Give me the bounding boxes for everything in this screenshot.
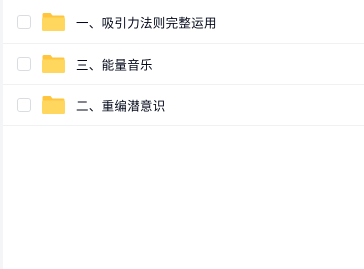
file-row[interactable]: 一、吸引力法则完整运用: [3, 0, 364, 44]
row-checkbox[interactable]: [17, 98, 31, 112]
file-row[interactable]: 二、重编潜意识: [3, 85, 364, 126]
row-checkbox[interactable]: [17, 14, 31, 29]
folder-name[interactable]: 三、能量音乐: [76, 55, 153, 74]
file-row[interactable]: 三、能量音乐: [3, 44, 364, 85]
row-checkbox[interactable]: [17, 57, 31, 71]
folder-icon: [42, 55, 65, 73]
folder-name[interactable]: 二、重编潜意识: [76, 96, 166, 115]
folder-icon: [42, 96, 65, 114]
folder-name[interactable]: 一、吸引力法则完整运用: [76, 12, 217, 31]
file-list: 一、吸引力法则完整运用 三、能量音乐 二、重编潜意识: [3, 0, 364, 126]
folder-icon: [42, 12, 65, 31]
